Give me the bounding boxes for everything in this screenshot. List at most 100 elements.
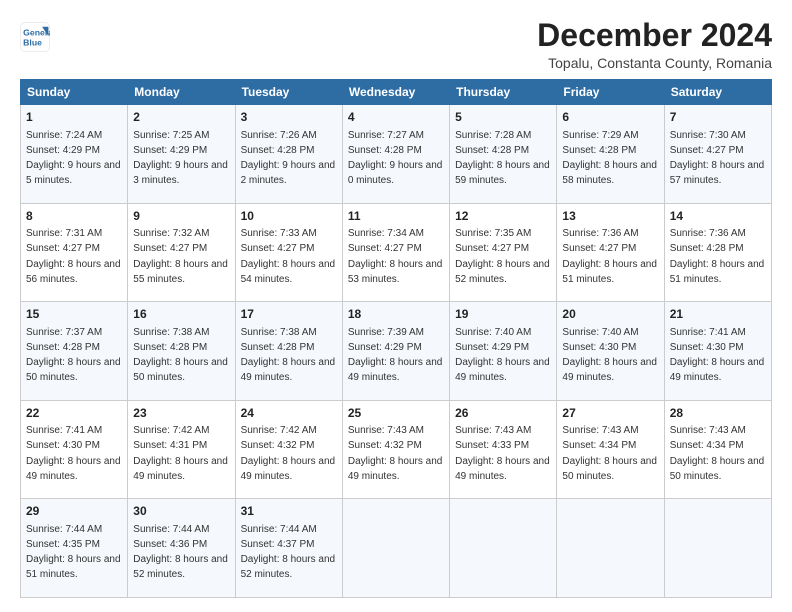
calendar-cell: 13 Sunrise: 7:36 AMSunset: 4:27 PMDaylig…: [557, 203, 664, 302]
day-info: Sunrise: 7:43 AMSunset: 4:34 PMDaylight:…: [562, 425, 657, 482]
day-info: Sunrise: 7:44 AMSunset: 4:35 PMDaylight:…: [26, 524, 121, 581]
calendar-cell: 4 Sunrise: 7:27 AMSunset: 4:28 PMDayligh…: [342, 105, 449, 204]
calendar-header-row: Sunday Monday Tuesday Wednesday Thursday…: [21, 80, 772, 105]
day-number: 2: [133, 109, 229, 126]
calendar-cell: 15 Sunrise: 7:37 AMSunset: 4:28 PMDaylig…: [21, 302, 128, 401]
day-info: Sunrise: 7:40 AMSunset: 4:30 PMDaylight:…: [562, 327, 657, 384]
calendar-cell: [557, 499, 664, 598]
calendar-cell: [450, 499, 557, 598]
day-info: Sunrise: 7:25 AMSunset: 4:29 PMDaylight:…: [133, 130, 228, 187]
week-row-3: 15 Sunrise: 7:37 AMSunset: 4:28 PMDaylig…: [21, 302, 772, 401]
day-number: 1: [26, 109, 122, 126]
subtitle: Topalu, Constanta County, Romania: [537, 55, 772, 71]
day-info: Sunrise: 7:40 AMSunset: 4:29 PMDaylight:…: [455, 327, 550, 384]
calendar-cell: 29 Sunrise: 7:44 AMSunset: 4:35 PMDaylig…: [21, 499, 128, 598]
calendar-cell: 9 Sunrise: 7:32 AMSunset: 4:27 PMDayligh…: [128, 203, 235, 302]
header-thursday: Thursday: [450, 80, 557, 105]
day-info: Sunrise: 7:42 AMSunset: 4:31 PMDaylight:…: [133, 425, 228, 482]
day-number: 23: [133, 405, 229, 422]
calendar-cell: 21 Sunrise: 7:41 AMSunset: 4:30 PMDaylig…: [664, 302, 771, 401]
day-number: 19: [455, 306, 551, 323]
day-info: Sunrise: 7:24 AMSunset: 4:29 PMDaylight:…: [26, 130, 121, 187]
calendar-cell: 1 Sunrise: 7:24 AMSunset: 4:29 PMDayligh…: [21, 105, 128, 204]
day-number: 14: [670, 208, 766, 225]
calendar-cell: 26 Sunrise: 7:43 AMSunset: 4:33 PMDaylig…: [450, 400, 557, 499]
day-number: 13: [562, 208, 658, 225]
day-info: Sunrise: 7:32 AMSunset: 4:27 PMDaylight:…: [133, 228, 228, 285]
calendar-cell: 8 Sunrise: 7:31 AMSunset: 4:27 PMDayligh…: [21, 203, 128, 302]
title-block: December 2024 Topalu, Constanta County, …: [537, 18, 772, 71]
day-number: 29: [26, 503, 122, 520]
calendar-cell: 31 Sunrise: 7:44 AMSunset: 4:37 PMDaylig…: [235, 499, 342, 598]
day-number: 31: [241, 503, 337, 520]
calendar-cell: 3 Sunrise: 7:26 AMSunset: 4:28 PMDayligh…: [235, 105, 342, 204]
day-number: 8: [26, 208, 122, 225]
day-info: Sunrise: 7:26 AMSunset: 4:28 PMDaylight:…: [241, 130, 336, 187]
day-info: Sunrise: 7:28 AMSunset: 4:28 PMDaylight:…: [455, 130, 550, 187]
calendar-cell: 5 Sunrise: 7:28 AMSunset: 4:28 PMDayligh…: [450, 105, 557, 204]
header-monday: Monday: [128, 80, 235, 105]
calendar-cell: 12 Sunrise: 7:35 AMSunset: 4:27 PMDaylig…: [450, 203, 557, 302]
day-info: Sunrise: 7:41 AMSunset: 4:30 PMDaylight:…: [670, 327, 765, 384]
page: General Blue December 2024 Topalu, Const…: [0, 0, 792, 612]
day-number: 18: [348, 306, 444, 323]
day-info: Sunrise: 7:38 AMSunset: 4:28 PMDaylight:…: [241, 327, 336, 384]
day-number: 4: [348, 109, 444, 126]
day-number: 24: [241, 405, 337, 422]
day-number: 3: [241, 109, 337, 126]
day-info: Sunrise: 7:44 AMSunset: 4:36 PMDaylight:…: [133, 524, 228, 581]
day-number: 27: [562, 405, 658, 422]
calendar-cell: 11 Sunrise: 7:34 AMSunset: 4:27 PMDaylig…: [342, 203, 449, 302]
day-info: Sunrise: 7:36 AMSunset: 4:27 PMDaylight:…: [562, 228, 657, 285]
header: General Blue December 2024 Topalu, Const…: [20, 18, 772, 71]
calendar-cell: 6 Sunrise: 7:29 AMSunset: 4:28 PMDayligh…: [557, 105, 664, 204]
calendar-cell: 25 Sunrise: 7:43 AMSunset: 4:32 PMDaylig…: [342, 400, 449, 499]
day-info: Sunrise: 7:37 AMSunset: 4:28 PMDaylight:…: [26, 327, 121, 384]
day-number: 30: [133, 503, 229, 520]
day-info: Sunrise: 7:29 AMSunset: 4:28 PMDaylight:…: [562, 130, 657, 187]
week-row-1: 1 Sunrise: 7:24 AMSunset: 4:29 PMDayligh…: [21, 105, 772, 204]
day-number: 25: [348, 405, 444, 422]
calendar-cell: [664, 499, 771, 598]
day-number: 6: [562, 109, 658, 126]
day-info: Sunrise: 7:43 AMSunset: 4:32 PMDaylight:…: [348, 425, 443, 482]
header-sunday: Sunday: [21, 80, 128, 105]
day-info: Sunrise: 7:39 AMSunset: 4:29 PMDaylight:…: [348, 327, 443, 384]
calendar-cell: 16 Sunrise: 7:38 AMSunset: 4:28 PMDaylig…: [128, 302, 235, 401]
day-info: Sunrise: 7:27 AMSunset: 4:28 PMDaylight:…: [348, 130, 443, 187]
calendar-cell: 27 Sunrise: 7:43 AMSunset: 4:34 PMDaylig…: [557, 400, 664, 499]
day-info: Sunrise: 7:42 AMSunset: 4:32 PMDaylight:…: [241, 425, 336, 482]
day-number: 7: [670, 109, 766, 126]
day-number: 10: [241, 208, 337, 225]
day-info: Sunrise: 7:35 AMSunset: 4:27 PMDaylight:…: [455, 228, 550, 285]
day-info: Sunrise: 7:41 AMSunset: 4:30 PMDaylight:…: [26, 425, 121, 482]
day-info: Sunrise: 7:43 AMSunset: 4:34 PMDaylight:…: [670, 425, 765, 482]
day-info: Sunrise: 7:34 AMSunset: 4:27 PMDaylight:…: [348, 228, 443, 285]
calendar-cell: 23 Sunrise: 7:42 AMSunset: 4:31 PMDaylig…: [128, 400, 235, 499]
day-number: 20: [562, 306, 658, 323]
day-number: 21: [670, 306, 766, 323]
calendar-cell: 7 Sunrise: 7:30 AMSunset: 4:27 PMDayligh…: [664, 105, 771, 204]
day-number: 5: [455, 109, 551, 126]
day-info: Sunrise: 7:30 AMSunset: 4:27 PMDaylight:…: [670, 130, 765, 187]
calendar-cell: 19 Sunrise: 7:40 AMSunset: 4:29 PMDaylig…: [450, 302, 557, 401]
calendar-cell: 22 Sunrise: 7:41 AMSunset: 4:30 PMDaylig…: [21, 400, 128, 499]
day-info: Sunrise: 7:36 AMSunset: 4:28 PMDaylight:…: [670, 228, 765, 285]
day-number: 26: [455, 405, 551, 422]
calendar-cell: 20 Sunrise: 7:40 AMSunset: 4:30 PMDaylig…: [557, 302, 664, 401]
day-number: 17: [241, 306, 337, 323]
calendar-cell: 14 Sunrise: 7:36 AMSunset: 4:28 PMDaylig…: [664, 203, 771, 302]
calendar-cell: 10 Sunrise: 7:33 AMSunset: 4:27 PMDaylig…: [235, 203, 342, 302]
day-number: 15: [26, 306, 122, 323]
day-number: 16: [133, 306, 229, 323]
day-number: 11: [348, 208, 444, 225]
svg-text:Blue: Blue: [23, 38, 42, 48]
week-row-2: 8 Sunrise: 7:31 AMSunset: 4:27 PMDayligh…: [21, 203, 772, 302]
calendar-cell: 30 Sunrise: 7:44 AMSunset: 4:36 PMDaylig…: [128, 499, 235, 598]
calendar-cell: 24 Sunrise: 7:42 AMSunset: 4:32 PMDaylig…: [235, 400, 342, 499]
day-info: Sunrise: 7:43 AMSunset: 4:33 PMDaylight:…: [455, 425, 550, 482]
calendar-cell: 18 Sunrise: 7:39 AMSunset: 4:29 PMDaylig…: [342, 302, 449, 401]
header-tuesday: Tuesday: [235, 80, 342, 105]
day-info: Sunrise: 7:33 AMSunset: 4:27 PMDaylight:…: [241, 228, 336, 285]
logo-icon: General Blue: [20, 22, 50, 52]
